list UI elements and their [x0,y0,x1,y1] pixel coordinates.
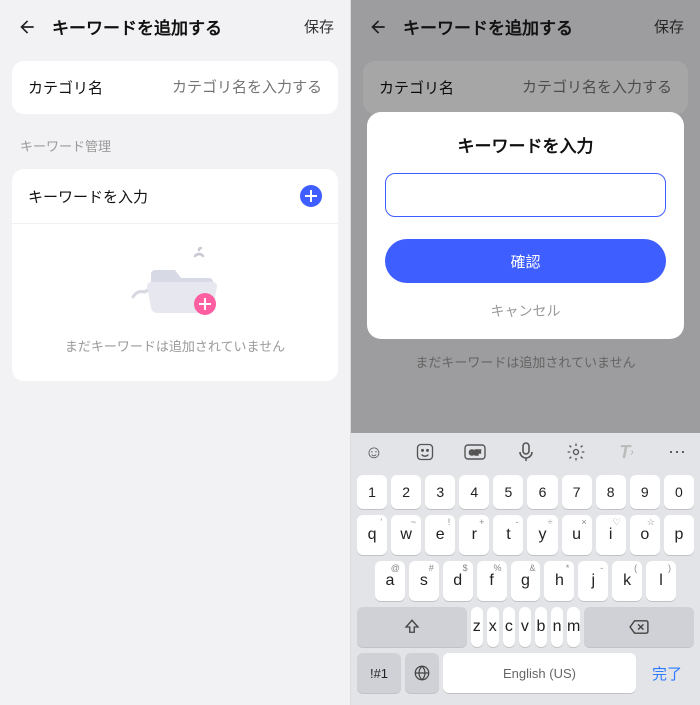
key-g[interactable]: g& [511,561,541,601]
key-r[interactable]: r+ [459,515,489,555]
right-screen: キーワードを追加する 保存 カテゴリ名 まだキーワードは追加されていません キー… [350,0,700,705]
key-w[interactable]: w~ [391,515,421,555]
key-t[interactable]: t- [493,515,523,555]
key-a[interactable]: a@ [375,561,405,601]
keyboard-keys: 1234567890 q'w~e!r+t-y÷u×i♡o☆p a@s#d$f%g… [351,471,700,705]
key-2[interactable]: 2 [391,475,421,509]
empty-state: まだキーワードは追加されていません [12,224,338,381]
key-n[interactable]: n [551,607,563,647]
key-b[interactable]: b [535,607,547,647]
key-j[interactable]: j- [578,561,608,601]
category-card: カテゴリ名 [12,61,338,114]
add-keyword-label: キーワードを入力 [28,186,148,207]
section-label: キーワード管理 [0,122,350,161]
key-6[interactable]: 6 [527,475,557,509]
key-h[interactable]: h* [544,561,574,601]
page-title: キーワードを追加する [52,14,304,39]
gif-icon[interactable]: GIF [464,441,486,463]
key-9[interactable]: 9 [630,475,660,509]
space-key[interactable]: English (US) [443,653,636,693]
key-e[interactable]: e! [425,515,455,555]
category-row[interactable]: カテゴリ名 [12,61,338,114]
key-8[interactable]: 8 [596,475,626,509]
globe-key[interactable] [405,653,439,693]
more-icon[interactable]: ⋯ [666,441,688,463]
soft-keyboard: ☺ GIF T› ⋯ 1234567890 q'w~e!r+t-y÷u×i♡o☆… [351,433,700,705]
key-c[interactable]: c [503,607,515,647]
back-button[interactable] [16,16,38,38]
add-keyword-row[interactable]: キーワードを入力 [12,169,338,224]
mic-icon[interactable] [515,441,537,463]
text-style-icon[interactable]: T› [616,441,638,463]
category-label: カテゴリ名 [28,77,103,98]
cancel-button[interactable]: キャンセル [385,297,666,325]
save-button[interactable]: 保存 [304,16,334,37]
sticker-icon[interactable] [414,441,436,463]
left-screen: キーワードを追加する 保存 カテゴリ名 キーワード管理 キーワードを入力 [0,0,350,705]
key-3[interactable]: 3 [425,475,455,509]
confirm-button[interactable]: 確認 [385,239,666,283]
key-u[interactable]: u× [562,515,592,555]
enter-key[interactable]: 完了 [640,653,694,693]
key-d[interactable]: d$ [443,561,473,601]
key-x[interactable]: x [487,607,499,647]
key-m[interactable]: m [567,607,580,647]
plus-icon[interactable] [300,185,322,207]
backspace-key[interactable] [584,607,694,647]
key-5[interactable]: 5 [493,475,523,509]
key-v[interactable]: v [519,607,531,647]
keyboard-toolbar: ☺ GIF T› ⋯ [351,433,700,471]
key-o[interactable]: o☆ [630,515,660,555]
app-header: キーワードを追加する 保存 [0,0,350,53]
key-f[interactable]: f% [477,561,507,601]
key-y[interactable]: y÷ [527,515,557,555]
emoji-icon[interactable]: ☺ [363,441,385,463]
mode-key[interactable]: !#1 [357,653,401,693]
keyword-input[interactable] [385,173,666,217]
svg-text:GIF: GIF [469,450,481,457]
key-i[interactable]: i♡ [596,515,626,555]
key-s[interactable]: s# [409,561,439,601]
dialog-title: キーワードを入力 [385,132,666,157]
key-7[interactable]: 7 [562,475,592,509]
category-input[interactable] [103,79,322,96]
settings-icon[interactable] [565,441,587,463]
key-1[interactable]: 1 [357,475,387,509]
key-p[interactable]: p [664,515,694,555]
empty-text: まだキーワードは追加されていません [12,336,338,355]
key-0[interactable]: 0 [664,475,694,509]
shift-key[interactable] [357,607,467,647]
key-q[interactable]: q' [357,515,387,555]
key-4[interactable]: 4 [459,475,489,509]
keyword-dialog: キーワードを入力 確認 キャンセル [367,112,684,339]
key-k[interactable]: k( [612,561,642,601]
empty-folder-icon [125,242,225,322]
key-l[interactable]: l) [646,561,676,601]
keyword-card: キーワードを入力 まだキーワードは追加されていません [12,169,338,381]
key-z[interactable]: z [471,607,483,647]
